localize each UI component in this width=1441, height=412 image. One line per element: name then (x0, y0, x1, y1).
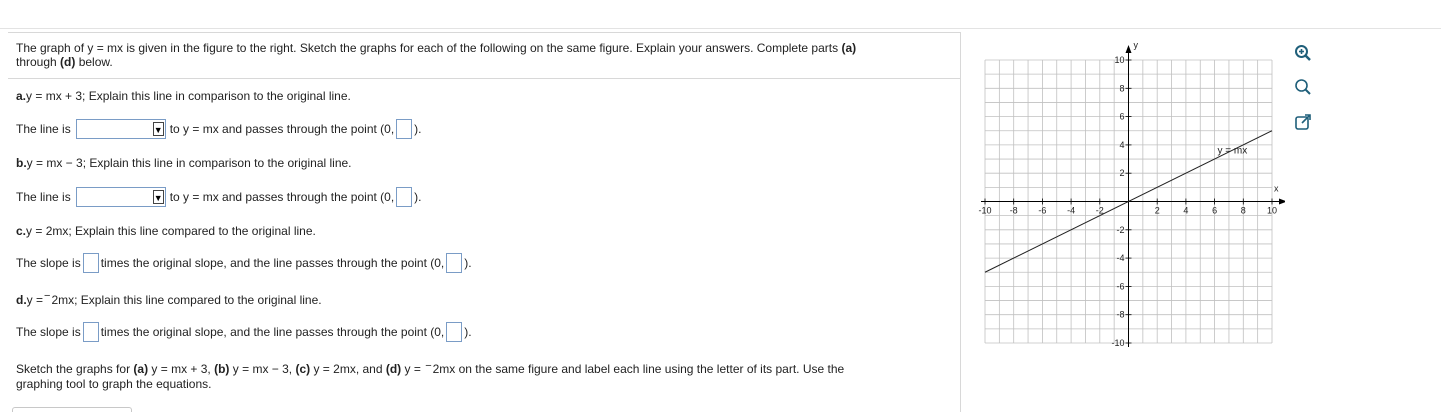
x-tick-label: 2 (1155, 206, 1160, 216)
zoom-in-icon[interactable] (1293, 43, 1313, 63)
x-axis-label: x (1274, 184, 1279, 194)
part-c-prompt: c. y = 2mx; Explain this line compared t… (16, 224, 316, 238)
part-b-line-dropdown[interactable]: ▼ (75, 187, 166, 207)
popout-icon[interactable] (1293, 112, 1313, 132)
y-tick-label: -2 (1116, 225, 1124, 235)
x-tick-label: 10 (1267, 206, 1277, 216)
part-d-point-input[interactable] (446, 322, 463, 342)
x-axis-arrow (1279, 198, 1285, 205)
part-b-answer: The line is ▼ to y = mx and passes throu… (16, 187, 422, 207)
y-tick-label: -6 (1116, 281, 1124, 291)
part-divider (8, 78, 960, 79)
y-tick-label: 8 (1119, 83, 1124, 93)
dropdown-arrow-icon[interactable]: ▼ (152, 190, 164, 204)
x-tick-label: 6 (1212, 206, 1217, 216)
part-a-answer: The line is ▼ to y = mx and passes throu… (16, 119, 422, 139)
x-tick-label: -6 (1038, 206, 1046, 216)
x-tick-label: -10 (978, 206, 991, 216)
part-d-answer: The slope is times the original slope, a… (16, 322, 472, 342)
part-a-prompt: a. y = mx + 3; Explain this line in comp… (16, 89, 351, 103)
y-tick-label: -8 (1116, 310, 1124, 320)
next-section-stub (12, 407, 132, 412)
x-tick-label: -8 (1010, 206, 1018, 216)
top-rule (0, 28, 1441, 29)
question-panel: The graph of y = mx is given in the figu… (8, 32, 961, 412)
line-label: y = mx (1217, 145, 1247, 156)
part-c-answer: The slope is times the original slope, a… (16, 253, 472, 273)
coordinate-graph[interactable]: -10 -8 -6 -4 -2 2 4 6 8 10108642-2-4-6-8-10 y = m… (955, 40, 1285, 350)
part-a-line-dropdown[interactable]: ▼ (75, 119, 166, 139)
y-axis-label: y (1134, 40, 1139, 50)
part-b-point-input[interactable] (396, 187, 413, 207)
x-tick-label: -4 (1067, 206, 1075, 216)
y-axis-arrow (1125, 45, 1132, 53)
y-tick-label: 6 (1119, 112, 1124, 122)
dropdown-arrow-icon[interactable]: ▼ (152, 122, 164, 136)
y-tick-label: -4 (1116, 253, 1124, 263)
question-intro: The graph of y = mx is given in the figu… (16, 41, 857, 69)
y-tick-label: 4 (1119, 140, 1124, 150)
y-tick-label: 2 (1119, 168, 1124, 178)
part-a-point-input[interactable] (396, 119, 413, 139)
part-d-slope-input[interactable] (82, 322, 99, 342)
y-tick-label: 10 (1114, 55, 1124, 65)
sketch-instructions: Sketch the graphs for (a) y = mx + 3, (b… (16, 360, 845, 391)
part-c-slope-input[interactable] (82, 253, 99, 273)
x-tick-label: 8 (1241, 206, 1246, 216)
zoom-out-icon[interactable] (1293, 77, 1313, 97)
x-tick-label: 4 (1183, 206, 1188, 216)
part-d-prompt: d. y = −2mx; Explain this line compared … (16, 290, 322, 307)
part-c-point-input[interactable] (446, 253, 463, 273)
part-b-prompt: b. y = mx − 3; Explain this line in comp… (16, 156, 352, 170)
y-tick-label: -10 (1111, 338, 1124, 348)
